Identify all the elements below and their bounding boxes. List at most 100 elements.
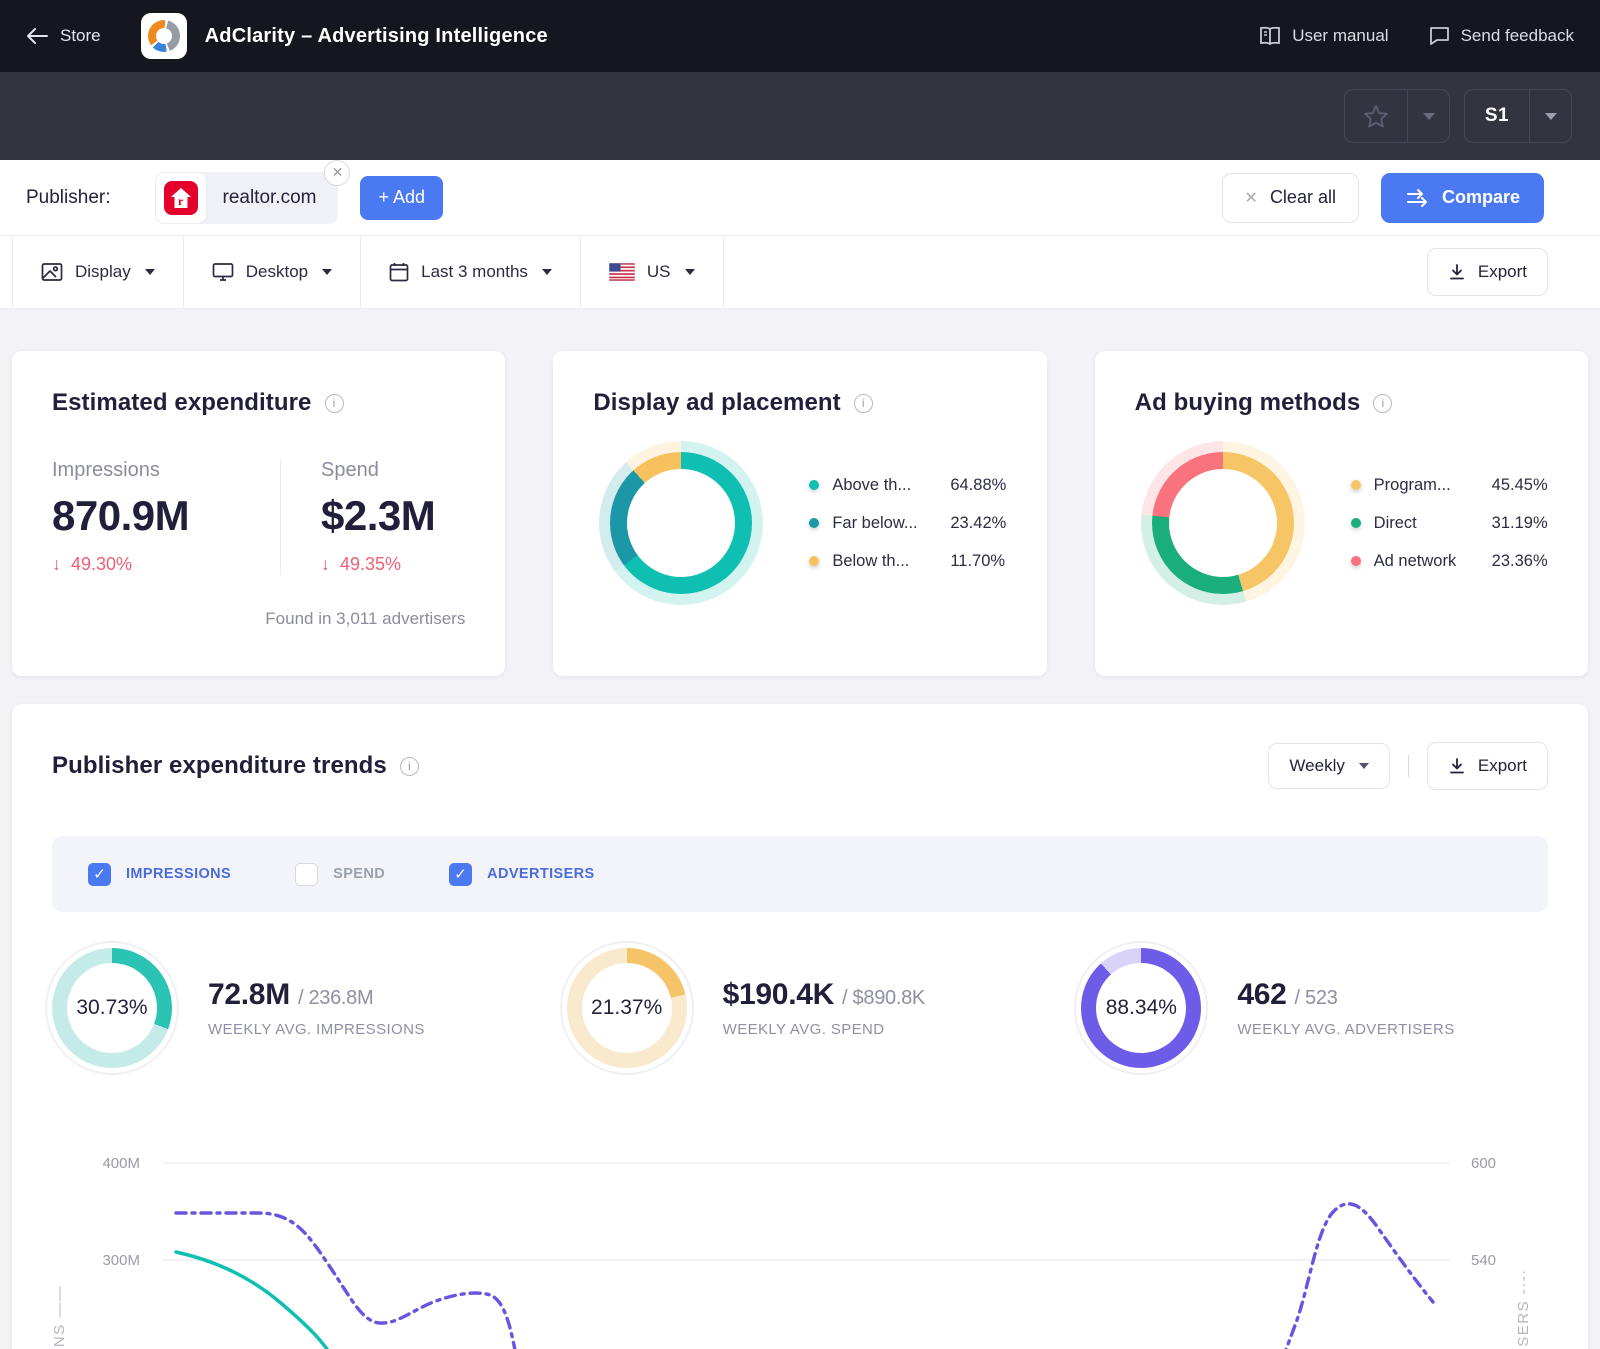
export-button-trends[interactable]: Export: [1427, 742, 1548, 790]
right-axis-tick: 540: [1471, 1252, 1496, 1269]
download-icon: [1448, 263, 1466, 281]
star-icon: [1363, 104, 1389, 129]
divider: [1408, 755, 1409, 777]
workspace-split-button: S1: [1464, 89, 1572, 143]
left-axis-title: IMPRESSIONS ——: [51, 1285, 68, 1349]
gauge-value: 72.8M / 236.8M: [208, 978, 425, 1012]
favorite-star-button[interactable]: [1345, 90, 1407, 142]
top-app-bar: Store AdClarity – Advertising Intelligen…: [0, 0, 1600, 72]
dashboard-main: Estimated expenditure i Impressions 870.…: [0, 309, 1600, 1349]
advertisers-line: [176, 1204, 1433, 1349]
impressions-gauge: 30.73%: [52, 948, 172, 1068]
gauge-caption: WEEKLY AVG. IMPRESSIONS: [208, 1021, 425, 1038]
weekly-avg-impressions-stat: 30.73% 72.8M / 236.8M WEEKLY AVG. IMPRES…: [52, 948, 519, 1068]
gauge-caption: WEEKLY AVG. SPEND: [723, 1021, 925, 1038]
media-type-filter[interactable]: Display: [12, 236, 184, 308]
adclarity-logo: [141, 13, 187, 59]
spend-value: $2.3M: [321, 492, 435, 540]
left-axis-tick: 300M: [102, 1252, 140, 1269]
gauge-value: $190.4K / $890.8K: [723, 978, 925, 1012]
compare-button[interactable]: Compare: [1381, 173, 1544, 223]
feedback-bubble-icon: [1429, 26, 1450, 46]
export-button-top[interactable]: Export: [1427, 248, 1548, 296]
impressions-line: [176, 1252, 348, 1349]
trend-line-chart: 400M 300M 200M 600 540 480 IMPRESSIONS —…: [12, 1110, 1588, 1349]
publisher-expenditure-trends-card: Publisher expenditure trends i Weekly Ex…: [12, 704, 1588, 1349]
info-icon[interactable]: i: [1373, 394, 1392, 413]
us-flag-icon: [609, 263, 635, 281]
display-ad-placement-card: Display ad placement i Above th...64.88%…: [553, 351, 1046, 676]
clear-all-button[interactable]: ✕ Clear all: [1222, 173, 1359, 223]
toggle-advertisers[interactable]: ✓ ADVERTISERS: [449, 863, 595, 886]
send-feedback-link[interactable]: Send feedback: [1429, 26, 1574, 46]
publisher-chip-label: realtor.com: [223, 187, 317, 209]
spend-change: ↓49.35%: [321, 554, 435, 575]
send-feedback-label: Send feedback: [1461, 26, 1574, 46]
advertisers-gauge: 88.34%: [1081, 948, 1201, 1068]
chevron-down-icon: [1423, 113, 1435, 120]
info-icon[interactable]: i: [325, 394, 344, 413]
granularity-dropdown[interactable]: Weekly: [1268, 743, 1389, 789]
ad-placement-donut-chart: [599, 441, 763, 605]
legend-dot: [809, 480, 819, 490]
weekly-avg-spend-stat: 21.37% $190.4K / $890.8K WEEKLY AVG. SPE…: [567, 948, 1034, 1068]
checkbox-icon: ✓: [295, 863, 318, 886]
estimated-expenditure-card: Estimated expenditure i Impressions 870.…: [12, 351, 505, 676]
realtor-logo-icon: r: [164, 181, 198, 215]
display-media-icon: [41, 262, 63, 282]
left-axis-tick: 400M: [102, 1155, 140, 1172]
legend-item: Direct31.19%: [1351, 514, 1548, 533]
favorite-dropdown-button[interactable]: [1407, 90, 1449, 142]
advertisers-footnote: Found in 3,011 advertisers: [52, 609, 465, 629]
arrow-down-icon: ↓: [321, 554, 330, 575]
card-title: Display ad placement: [593, 389, 840, 417]
series-toggle-bar: ✓ IMPRESSIONS ✓ SPEND ✓ ADVERTISERS: [52, 836, 1548, 912]
app-title: AdClarity – Advertising Intelligence: [205, 25, 548, 48]
chevron-down-icon: [1359, 763, 1369, 769]
add-publisher-button[interactable]: + Add: [360, 176, 443, 220]
publisher-chip-realtor[interactable]: r realtor.com ✕: [155, 172, 339, 224]
clear-icon: ✕: [1245, 188, 1258, 208]
workspace-button[interactable]: S1: [1465, 90, 1529, 142]
chevron-down-icon: [322, 269, 332, 275]
legend-item: Ad network23.36%: [1351, 552, 1548, 571]
legend-dot: [1351, 556, 1361, 566]
book-icon: [1259, 26, 1281, 46]
info-icon[interactable]: i: [400, 757, 419, 776]
right-axis-title: ADVERTISERS -·-·: [1515, 1268, 1532, 1349]
legend-dot: [809, 556, 819, 566]
user-manual-link[interactable]: User manual: [1259, 26, 1388, 46]
legend-dot: [809, 518, 819, 528]
arrow-down-icon: ↓: [52, 554, 61, 575]
checkbox-icon: ✓: [88, 863, 111, 886]
workspace-label: S1: [1485, 105, 1509, 127]
svg-text:r: r: [178, 194, 184, 208]
legend-item: Program...45.45%: [1351, 476, 1548, 495]
publisher-label: Publisher:: [26, 187, 111, 209]
remove-publisher-button[interactable]: ✕: [324, 160, 350, 186]
workspace-dropdown-button[interactable]: [1529, 90, 1571, 142]
gauge-caption: WEEKLY AVG. ADVERTISERS: [1237, 1021, 1454, 1038]
trends-title: Publisher expenditure trends: [52, 752, 387, 780]
back-to-store-link[interactable]: Store: [26, 26, 101, 46]
spend-gauge: 21.37%: [567, 948, 687, 1068]
compare-arrows-icon: [1405, 188, 1429, 208]
legend-item: Above th...64.88%: [809, 476, 1006, 495]
publisher-favicon: r: [155, 172, 207, 224]
calendar-icon: [389, 262, 409, 282]
spend-label: Spend: [321, 459, 435, 482]
country-filter[interactable]: US: [581, 236, 724, 308]
ad-buying-methods-card: Ad buying methods i Program...45.45% Dir…: [1095, 351, 1588, 676]
toggle-spend[interactable]: ✓ SPEND: [295, 863, 385, 886]
legend-dot: [1351, 480, 1361, 490]
chevron-down-icon: [1545, 113, 1557, 120]
date-range-filter[interactable]: Last 3 months: [361, 236, 581, 308]
weekly-avg-advertisers-stat: 88.34% 462 / 523 WEEKLY AVG. ADVERTISERS: [1081, 948, 1548, 1068]
device-filter[interactable]: Desktop: [184, 236, 361, 308]
card-title: Estimated expenditure: [52, 389, 312, 417]
toggle-impressions[interactable]: ✓ IMPRESSIONS: [88, 863, 231, 886]
legend-item: Below th...11.70%: [809, 552, 1006, 571]
info-icon[interactable]: i: [854, 394, 873, 413]
card-title: Ad buying methods: [1135, 389, 1361, 417]
chevron-down-icon: [145, 269, 155, 275]
